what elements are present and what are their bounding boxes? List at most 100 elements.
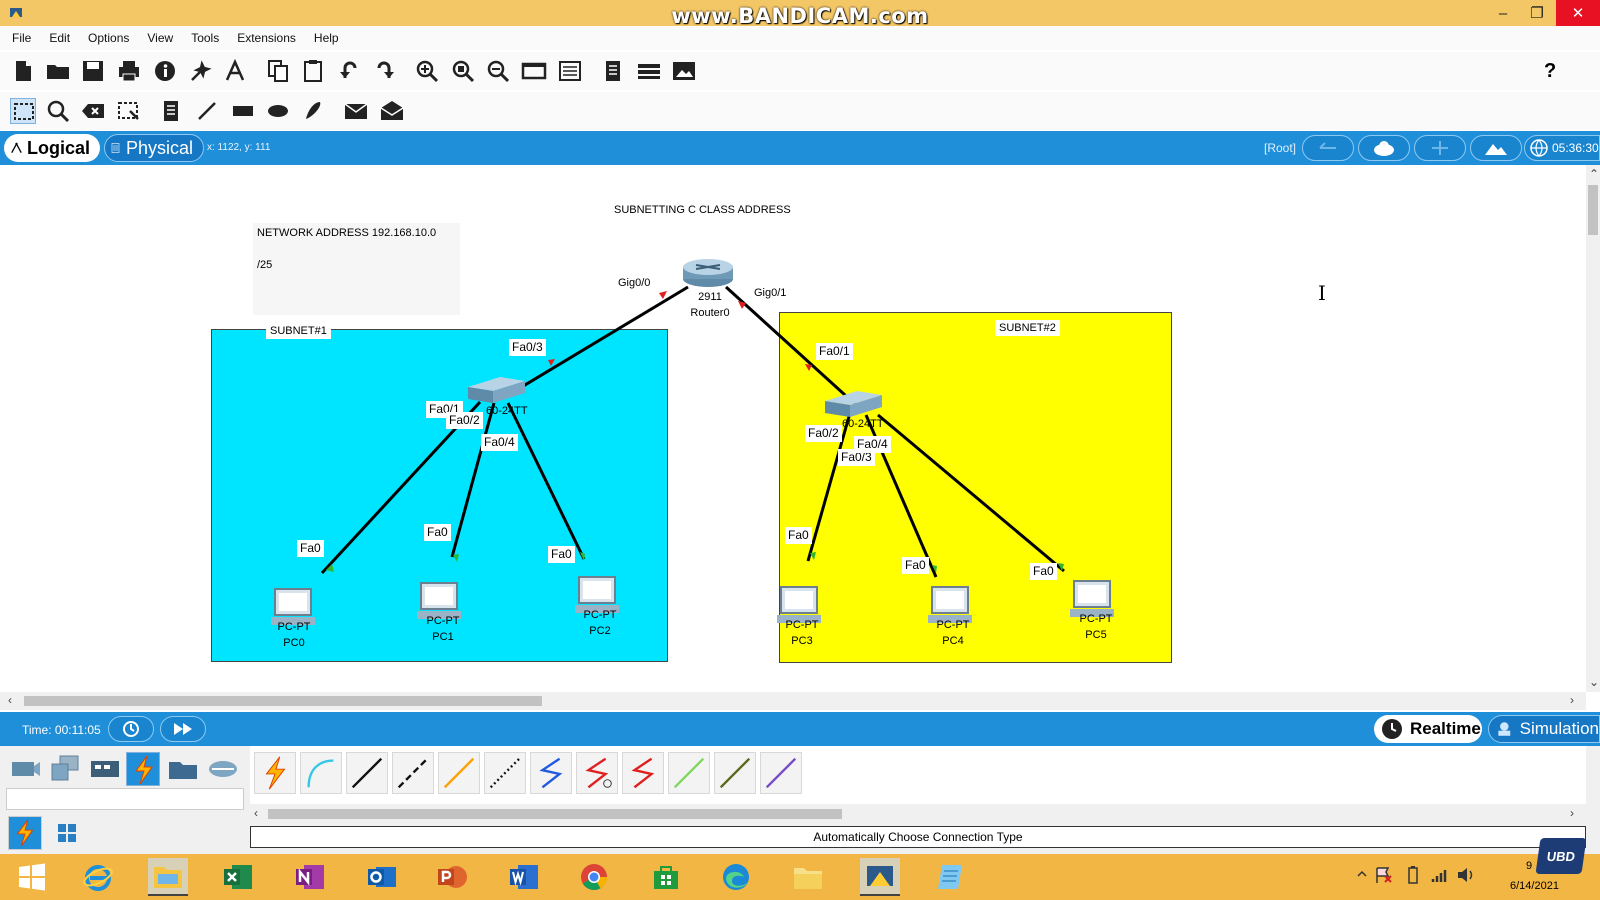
redo-icon[interactable]	[372, 58, 398, 84]
logical-canvas[interactable]: SUBNETTING C CLASS ADDRESS NETWORK ADDRE…	[0, 165, 1586, 692]
menu-view[interactable]: View	[147, 31, 173, 45]
fast-forward-button[interactable]	[160, 716, 206, 742]
scroll-right-arrow-icon[interactable]: ›	[1570, 693, 1574, 707]
onenote-icon[interactable]	[290, 858, 330, 896]
subnet2-label[interactable]: SUBNET#2	[995, 320, 1060, 336]
menu-extensions[interactable]: Extensions	[237, 31, 296, 45]
network-address-note[interactable]: NETWORK ADDRESS 192.168.10.0	[253, 225, 441, 241]
delete-icon[interactable]	[80, 98, 106, 124]
internet-explorer-icon[interactable]	[78, 858, 118, 896]
paste-icon[interactable]	[300, 58, 326, 84]
end-devices-icon[interactable]	[48, 752, 82, 786]
copy-icon[interactable]	[265, 58, 291, 84]
automatic-cable-icon[interactable]	[254, 752, 296, 794]
phone-cable-icon[interactable]	[484, 752, 526, 794]
signal-icon[interactable]	[1430, 866, 1450, 884]
zoom-out-icon[interactable]	[485, 58, 511, 84]
set-background-button[interactable]	[1470, 135, 1522, 161]
menu-tools[interactable]: Tools	[191, 31, 219, 45]
drawing-palette-icon[interactable]	[521, 58, 547, 84]
store-icon[interactable]	[646, 858, 686, 896]
menu-options[interactable]: Options	[88, 31, 129, 45]
resize-icon[interactable]	[116, 98, 142, 124]
scroll-left-arrow-icon[interactable]: ‹	[254, 806, 258, 820]
multiuser-icon[interactable]	[206, 752, 240, 786]
components-icon[interactable]	[88, 752, 122, 786]
miscellaneous-icon[interactable]	[166, 752, 200, 786]
open-folder-icon[interactable]	[45, 58, 71, 84]
place-note-icon[interactable]	[158, 98, 184, 124]
minimize-button[interactable]: –	[1486, 0, 1520, 26]
add-complex-pdu-icon[interactable]	[379, 98, 405, 124]
help-button[interactable]: ?	[1544, 60, 1556, 83]
text-icon[interactable]	[223, 58, 249, 84]
back-button[interactable]	[1302, 135, 1354, 161]
taskbar-time[interactable]: 9	[1526, 860, 1532, 872]
subnet1-label[interactable]: SUBNET#1	[266, 323, 331, 339]
iot-cable-icon[interactable]	[714, 752, 756, 794]
coaxial-cable-icon[interactable]	[530, 752, 572, 794]
realtime-mode-button[interactable]: Realtime	[1374, 715, 1482, 743]
draw-rectangle-icon[interactable]	[230, 98, 256, 124]
menu-help[interactable]: Help	[314, 31, 339, 45]
network-devices-icon[interactable]	[8, 752, 42, 786]
grid-icon[interactable]	[56, 822, 78, 844]
freeform-icon[interactable]	[300, 98, 326, 124]
scroll-up-arrow-icon[interactable]: ⌃	[1589, 167, 1599, 181]
canvas-vertical-scrollbar[interactable]: ⌃ ⌄	[1586, 165, 1600, 692]
subnet-mask-note[interactable]: /25	[253, 257, 277, 273]
console-cable-icon[interactable]	[300, 752, 342, 794]
show-hidden-icons-icon[interactable]	[1356, 868, 1368, 880]
draw-ellipse-icon[interactable]	[265, 98, 291, 124]
custom-device-dialog-icon[interactable]	[557, 58, 583, 84]
battery-icon[interactable]	[1406, 865, 1420, 885]
flag-icon[interactable]	[1374, 866, 1394, 884]
power-cycle-button[interactable]	[108, 716, 154, 742]
fiber-cable-icon[interactable]	[438, 752, 480, 794]
scroll-thumb[interactable]	[268, 809, 842, 819]
scroll-thumb[interactable]	[24, 696, 542, 706]
usb-cable-icon[interactable]	[760, 752, 802, 794]
save-icon[interactable]	[80, 58, 106, 84]
chrome-icon[interactable]	[574, 858, 614, 896]
menu-file[interactable]: File	[12, 31, 31, 45]
windows-start-icon[interactable]	[12, 858, 52, 896]
serial-dce-cable-icon[interactable]	[576, 752, 618, 794]
print-icon[interactable]	[116, 58, 142, 84]
move-object-button[interactable]	[1414, 135, 1466, 161]
scroll-right-arrow-icon[interactable]: ›	[1570, 806, 1574, 820]
draw-line-icon[interactable]	[194, 98, 220, 124]
zoom-in-icon[interactable]	[414, 58, 440, 84]
physical-workspace-button[interactable]: Physical	[104, 134, 204, 162]
word-icon[interactable]	[504, 858, 544, 896]
select-icon[interactable]	[10, 98, 36, 124]
excel-icon[interactable]	[218, 858, 258, 896]
folder-icon[interactable]	[788, 858, 828, 896]
ipc-icon[interactable]	[636, 58, 662, 84]
edge-icon[interactable]	[716, 858, 756, 896]
maximize-button[interactable]: ❐	[1520, 0, 1554, 26]
inspect-icon[interactable]	[45, 98, 71, 124]
packet-tracer-icon[interactable]	[860, 858, 900, 896]
powerpoint-icon[interactable]	[432, 858, 472, 896]
volume-icon[interactable]	[1456, 866, 1476, 884]
logical-workspace-button[interactable]: Logical	[4, 134, 100, 162]
new-cluster-button[interactable]	[1358, 135, 1410, 161]
octal-cable-icon[interactable]	[668, 752, 710, 794]
scroll-left-arrow-icon[interactable]: ‹	[8, 693, 12, 707]
serial-dte-cable-icon[interactable]	[622, 752, 664, 794]
menu-edit[interactable]: Edit	[49, 31, 70, 45]
undo-icon[interactable]	[336, 58, 362, 84]
new-file-icon[interactable]	[10, 58, 36, 84]
simulation-mode-button[interactable]: Simulation	[1488, 715, 1600, 743]
device-search-input[interactable]	[6, 788, 244, 810]
taskbar-date[interactable]: 6/14/2021	[1510, 880, 1559, 892]
scroll-thumb[interactable]	[1588, 185, 1598, 235]
zoom-reset-icon[interactable]	[450, 58, 476, 84]
straight-through-cable-icon[interactable]	[346, 752, 388, 794]
info-icon[interactable]	[152, 58, 178, 84]
screenshot-icon[interactable]	[671, 58, 697, 84]
close-button[interactable]: ✕	[1556, 0, 1600, 26]
canvas-horizontal-scrollbar[interactable]: ‹ ›	[0, 692, 1586, 710]
activity-wizard-icon[interactable]	[188, 58, 214, 84]
